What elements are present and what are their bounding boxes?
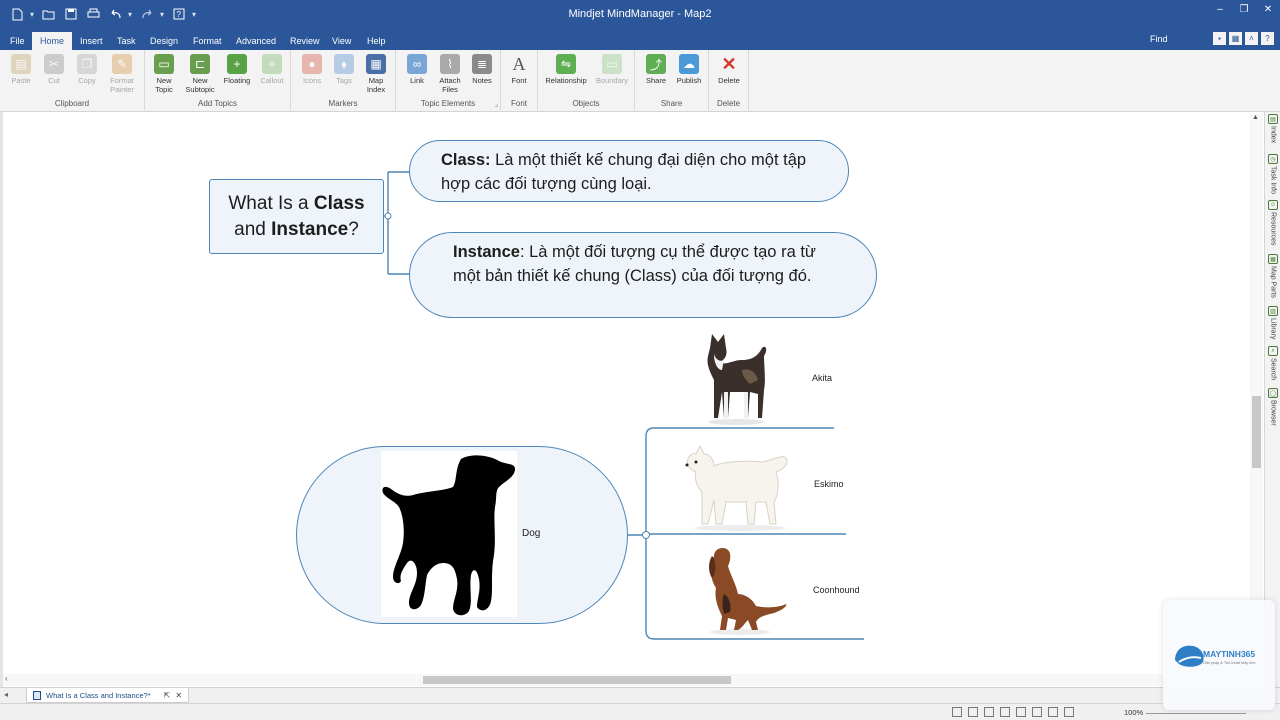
svg-text:MAYTINH365: MAYTINH365 — [1203, 649, 1255, 659]
central-topic-line2: and Instance? — [234, 217, 359, 243]
zoom-level: 100% — [1124, 708, 1144, 717]
pin-icon[interactable]: ⇱ — [164, 691, 171, 700]
document-tab[interactable]: What Is a Class and Instance?* ⇱ ✕ — [26, 688, 190, 703]
gantt-view-icon[interactable] — [1048, 707, 1058, 717]
watermark-logo: MAYTINH365 Giải pháp & Thủ thuật Máy tín… — [1163, 600, 1275, 710]
horizontal-scroll-thumb[interactable] — [423, 676, 731, 684]
filter-options-icon[interactable] — [984, 707, 994, 717]
side-tab-task-info-label: Task Info — [1269, 166, 1277, 195]
central-topic-class: Class — [313, 192, 365, 214]
side-tab-map-parts-label: Map Parts — [1269, 266, 1277, 298]
central-topic-mid: and — [234, 218, 272, 240]
side-tab-search-label: Search — [1269, 358, 1277, 381]
side-tab-resources-label: Resources — [1269, 212, 1277, 246]
eskimo-label: Eskimo — [814, 479, 844, 489]
vertical-scroll-thumb[interactable] — [1252, 396, 1261, 468]
document-icon — [33, 690, 41, 700]
svg-text:Giải pháp & Thủ thuật Máy tính: Giải pháp & Thủ thuật Máy tính — [1203, 661, 1256, 665]
side-tab-library[interactable]: ▥ Library — [1266, 306, 1280, 339]
app-window: ▾ ▾ ▾ ? ▾ Mindjet MindManager - Map2 – ❐… — [0, 0, 1280, 720]
central-topic-instance: Instance — [271, 218, 349, 240]
instance-topic[interactable]: Instance: Là một đối tượng cụ thể được t… — [409, 232, 877, 318]
map-parts-icon: ▦ — [1268, 254, 1278, 264]
side-tab-browser-label: Browser — [1269, 400, 1277, 426]
dog-silhouette-image — [381, 451, 517, 617]
scroll-left-icon[interactable]: ‹ — [5, 674, 8, 683]
coonhound-label: Coonhound — [813, 585, 860, 595]
instance-topic-term: Instance — [453, 243, 520, 261]
class-topic-text: Là một thiết kế chung đại diện cho một t… — [441, 151, 807, 193]
central-topic-suffix: ? — [348, 218, 359, 240]
search-icon: ⌕ — [1268, 346, 1278, 356]
akita-label: Akita — [812, 373, 833, 383]
zoom-slider[interactable] — [1146, 713, 1246, 714]
central-topic[interactable]: What Is a Class and Instance? — [209, 179, 384, 254]
central-topic-line1: What Is a Class — [228, 191, 364, 217]
layout-view-icon[interactable] — [1000, 707, 1010, 717]
class-topic[interactable]: Class: Là một thiết kế chung đại diện ch… — [409, 140, 849, 202]
browser-icon: ◯ — [1268, 388, 1278, 398]
central-topic-prefix: What Is a — [228, 192, 314, 214]
class-topic-term: Class: — [441, 151, 491, 169]
side-tab-index-label: Index — [1269, 126, 1277, 144]
side-tab-map-parts[interactable]: ▦ Map Parts — [1266, 254, 1280, 298]
status-icons — [952, 707, 1074, 717]
akita-photo — [698, 330, 774, 426]
vertical-scrollbar[interactable]: ▲ — [1250, 114, 1263, 674]
side-tab-browser[interactable]: ◯ Browser — [1266, 388, 1280, 426]
index-icon: ▤ — [1268, 114, 1278, 124]
horizontal-scrollbar[interactable]: ‹ — [3, 674, 1250, 686]
library-icon: ▥ — [1268, 306, 1278, 316]
close-tab-icon[interactable]: ✕ — [175, 691, 182, 700]
eskimo-photo — [682, 436, 792, 532]
document-tab-label: What Is a Class and Instance?* — [46, 690, 151, 700]
side-tab-resources[interactable]: ☺ Resources — [1266, 200, 1280, 245]
map-connectors — [384, 171, 864, 640]
page-view-icon[interactable] — [1032, 707, 1042, 717]
side-tab-index[interactable]: ▤ Index — [1266, 114, 1280, 143]
watermark-brand: MAYTINH365 Giải pháp & Thủ thuật Máy tín… — [1171, 640, 1271, 675]
side-tab-library-label: Library — [1269, 318, 1277, 340]
schedule-view-icon[interactable] — [1064, 707, 1074, 717]
tabs-scroll-left-icon[interactable]: ◂ — [4, 690, 8, 699]
filter-icon[interactable] — [968, 707, 978, 717]
document-tabs-bar: ◂ What Is a Class and Instance?* ⇱ ✕ — [0, 687, 1280, 703]
coonhound-photo — [700, 544, 790, 636]
fit-map-icon[interactable] — [1016, 707, 1026, 717]
resources-icon: ☺ — [1268, 200, 1278, 210]
side-tab-search[interactable]: ⌕ Search — [1266, 346, 1280, 380]
task-info-icon: ◷ — [1268, 154, 1278, 164]
scroll-up-icon[interactable]: ▲ — [1252, 114, 1259, 121]
outline-view-icon[interactable] — [952, 707, 962, 717]
side-tab-task-info[interactable]: ◷ Task Info — [1266, 154, 1280, 194]
dog-label: Dog — [522, 528, 541, 539]
status-bar: 100% — [0, 703, 1280, 720]
